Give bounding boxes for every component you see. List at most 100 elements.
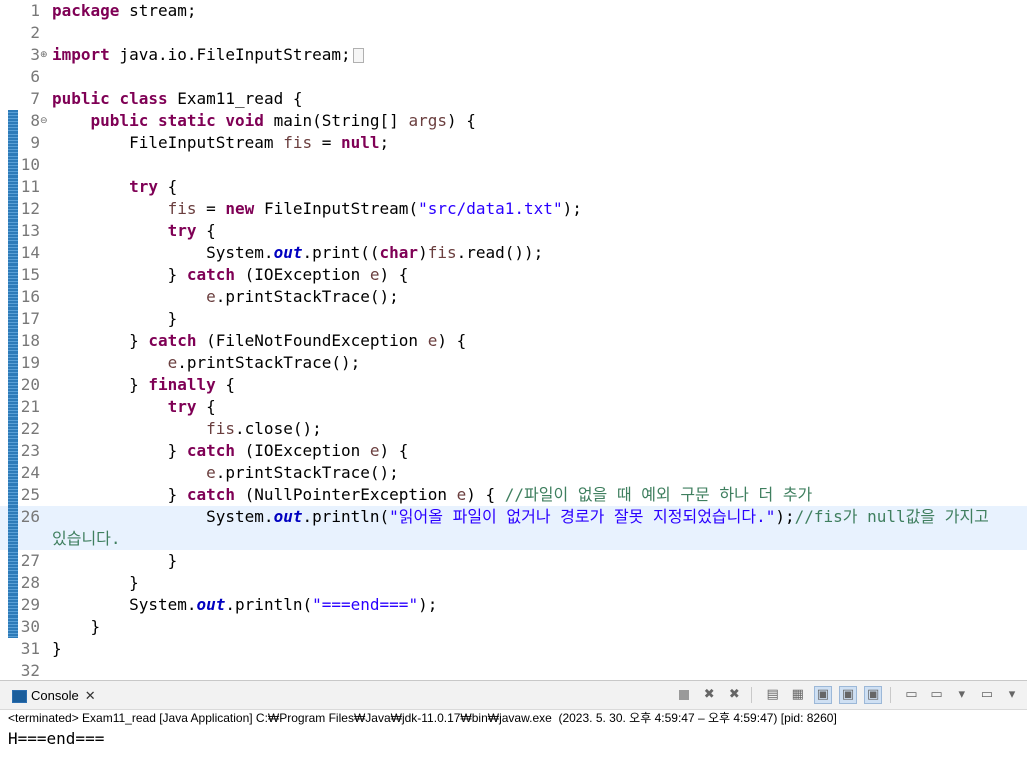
code-line[interactable]: 8 ⊖ public static void main(String[] args… — [0, 110, 1027, 132]
code-line[interactable]: 15 } catch (IOException e) { — [0, 264, 1027, 286]
code-token: Exam11_read { — [167, 89, 303, 108]
display-console-icon[interactable]: ▭ — [902, 686, 920, 704]
code-token: ) { — [437, 331, 467, 350]
code-token: main(String[] — [263, 111, 409, 130]
pin-console-icon[interactable]: ▣ — [864, 686, 883, 704]
code-token: fis — [283, 133, 313, 152]
code-token: FileInputStream( — [254, 199, 419, 218]
line-number: 23 — [20, 441, 40, 460]
expand-fold-icon[interactable]: ⊕ — [40, 51, 48, 60]
view-menu-icon[interactable]: ▾ — [1003, 686, 1021, 704]
code-text: System.out.print((char)fis.read()); — [52, 242, 1027, 264]
code-line[interactable]: 30 } — [0, 616, 1027, 638]
code-line[interactable]: 12 fis = new FileInputStream("src/data1.… — [0, 198, 1027, 220]
code-line[interactable]: 19 e.printStackTrace(); — [0, 352, 1027, 374]
open-console-icon[interactable]: ▭ — [928, 686, 946, 704]
console-output[interactable]: H===end=== — [8, 728, 104, 750]
show-stdout-icon[interactable]: ▣ — [813, 686, 832, 704]
code-text: try { — [52, 396, 1027, 418]
line-number: 11 — [20, 177, 40, 196]
code-token: } — [52, 551, 178, 570]
code-line[interactable]: 1 package stream; — [0, 0, 1027, 22]
code-line[interactable]: 16 e.printStackTrace(); — [0, 286, 1027, 308]
code-token: "읽어올 파일이 없거나 경로가 잘못 지정되었습니다." — [389, 507, 776, 526]
code-text: } — [52, 572, 1027, 594]
remove-launch-icon[interactable]: ✖ — [700, 686, 718, 704]
close-icon[interactable]: ✕ — [85, 684, 96, 708]
console-toolbar: ✖ ✖ ▤ ▦ ▣ ▣ ▣ ▭ ▭ ▾ ▭ ▾ — [672, 686, 1021, 706]
code-token: e — [206, 463, 216, 482]
code-line[interactable]: 25 } catch (NullPointerException e) { //… — [0, 484, 1027, 506]
code-token: e — [206, 287, 216, 306]
scroll-lock-icon[interactable]: ▤ — [764, 686, 782, 704]
code-line[interactable]: 32 — [0, 660, 1027, 680]
code-line[interactable]: 27 } — [0, 550, 1027, 572]
code-line[interactable]: 24 e.printStackTrace(); — [0, 462, 1027, 484]
code-token: catch — [148, 331, 197, 350]
code-line[interactable]: 29 System.out.println("===end==="); — [0, 594, 1027, 616]
dropdown-icon[interactable]: ▾ — [953, 686, 971, 704]
code-token: } — [52, 639, 62, 658]
line-number: 29 — [20, 595, 40, 614]
word-wrap-icon[interactable]: ▦ — [789, 686, 807, 704]
code-line[interactable]: 22 fis.close(); — [0, 418, 1027, 440]
code-token: ); — [775, 507, 795, 526]
code-token: e — [427, 331, 438, 350]
collapsed-import-marker[interactable] — [352, 48, 364, 63]
remove-all-icon[interactable]: ✖ — [725, 686, 743, 704]
console-tab-bar: Console ✕ ✖ ✖ ▤ ▦ ▣ ▣ ▣ ▭ ▭ ▾ ▭ ▾ — [0, 681, 1027, 710]
code-line[interactable]: 14 System.out.print((char)fis.read()); — [0, 242, 1027, 264]
code-line[interactable]: 9 FileInputStream fis = null; — [0, 132, 1027, 154]
code-text: System.out.println("===end==="); — [52, 594, 1027, 616]
code-token: e — [456, 485, 467, 504]
line-number: 19 — [20, 353, 40, 372]
code-text: e.printStackTrace(); — [52, 352, 1027, 374]
code-segment: } catch (FileNotFoundException e) { — [52, 330, 1027, 352]
collapse-fold-icon[interactable]: ⊖ — [40, 117, 48, 126]
code-line[interactable]: 26 System.out.println("읽어올 파일이 없거나 경로가 잘… — [0, 506, 1027, 550]
code-token: catch — [186, 265, 236, 284]
new-console-icon[interactable]: ▭ — [978, 686, 996, 704]
line-number: 22 — [20, 419, 40, 438]
code-segment: System.out.print((char)fis.read()); — [52, 242, 1027, 264]
code-token: ) — [418, 243, 428, 262]
code-token: } — [52, 331, 149, 350]
code-line[interactable]: 6 — [0, 66, 1027, 88]
code-token: System. — [52, 507, 274, 526]
code-token: try — [167, 397, 197, 416]
code-line[interactable]: 11 try { — [0, 176, 1027, 198]
code-text: System.out.println("읽어올 파일이 없거나 경로가 잘못 지… — [52, 506, 1027, 550]
code-segment: } — [52, 308, 1027, 330]
code-line[interactable]: 13 try { — [0, 220, 1027, 242]
code-line[interactable]: 10 — [0, 154, 1027, 176]
code-line[interactable]: 3 ⊕ import java.io.FileInputStream; — [0, 44, 1027, 66]
code-line[interactable]: 28 } — [0, 572, 1027, 594]
code-line[interactable]: 21 try { — [0, 396, 1027, 418]
code-line[interactable]: 31} — [0, 638, 1027, 660]
code-segment: } — [52, 572, 1027, 594]
code-line[interactable]: 20 } finally { — [0, 374, 1027, 396]
code-line[interactable]: 23 } catch (IOException e) { — [0, 440, 1027, 462]
code-segment: FileInputStream fis = null; — [52, 132, 1027, 154]
line-number: 2 — [30, 23, 40, 42]
code-token: import — [52, 45, 110, 64]
code-token: try — [129, 177, 158, 196]
code-text: } finally { — [52, 374, 1027, 396]
code-editor[interactable]: 1 package stream; 2 3 ⊕ import java.io.FileIn… — [0, 0, 1027, 680]
code-token: class — [119, 89, 168, 108]
code-token: ) { — [446, 111, 476, 130]
code-line[interactable]: 17 } — [0, 308, 1027, 330]
code-line[interactable]: 18 } catch (FileNotFoundException e) { — [0, 330, 1027, 352]
terminate-icon[interactable] — [675, 686, 693, 704]
code-line[interactable]: 2 — [0, 22, 1027, 44]
code-token: //파일이 없을 때 예외 구문 하나 더 추가 — [504, 485, 813, 504]
code-line[interactable]: 7 public class Exam11_read { — [0, 88, 1027, 110]
code-segment: fis.close(); — [52, 418, 1027, 440]
show-stderr-icon[interactable]: ▣ — [839, 686, 858, 704]
code-segment: try { — [52, 220, 1027, 242]
tab-console[interactable]: Console ✕ — [8, 684, 100, 708]
code-token: e — [167, 353, 178, 372]
line-number: 28 — [20, 573, 40, 592]
